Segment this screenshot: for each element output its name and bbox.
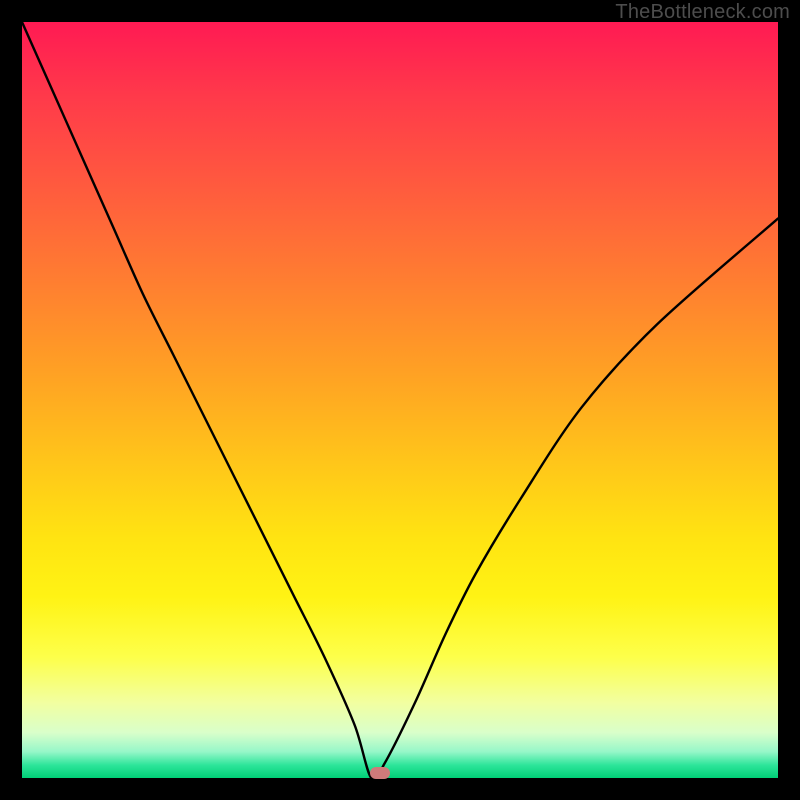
min-point-marker: [370, 767, 390, 779]
bottleneck-curve: [22, 22, 778, 778]
plot-area: [22, 22, 778, 778]
chart-frame: TheBottleneck.com: [0, 0, 800, 800]
curve-layer: [22, 22, 778, 778]
watermark-text: TheBottleneck.com: [615, 1, 790, 24]
